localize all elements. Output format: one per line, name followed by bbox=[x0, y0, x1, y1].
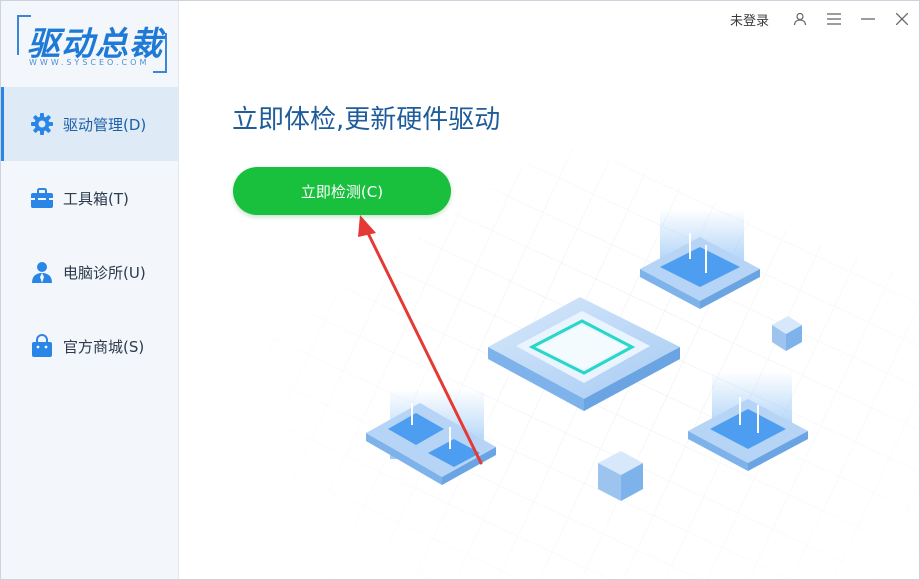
toolbox-icon bbox=[29, 185, 55, 211]
menu-icon[interactable] bbox=[817, 2, 851, 36]
sidebar-item-driver-management[interactable]: 驱动管理(D) bbox=[1, 87, 179, 161]
small-cube-bottom bbox=[598, 451, 643, 501]
chip-right bbox=[688, 371, 808, 471]
user-icon[interactable] bbox=[783, 2, 817, 36]
sidebar-item-toolbox[interactable]: 工具箱(T) bbox=[1, 161, 179, 235]
title-bar: 未登录 bbox=[730, 1, 919, 37]
app-window: 驱动总裁 WWW.SYSCEO.COM 驱动管理(D) 工具箱(T) 电脑诊所(… bbox=[0, 0, 920, 580]
close-icon[interactable] bbox=[885, 2, 919, 36]
page-headline: 立即体检,更新硬件驱动 bbox=[232, 105, 501, 135]
detect-now-button[interactable]: 立即检测(C) bbox=[233, 167, 451, 215]
sidebar-item-official-store[interactable]: 官方商城(S) bbox=[1, 309, 179, 383]
minimize-icon[interactable] bbox=[851, 2, 885, 36]
sidebar-item-label: 官方商城(S) bbox=[63, 337, 145, 356]
hardware-illustration bbox=[180, 1, 919, 579]
logo-subtitle: WWW.SYSCEO.COM bbox=[29, 58, 150, 67]
login-status-link[interactable]: 未登录 bbox=[730, 10, 769, 29]
chip-left bbox=[366, 389, 496, 485]
sidebar-nav: 驱动管理(D) 工具箱(T) 电脑诊所(U) 官方商城(S) bbox=[1, 87, 179, 383]
chip-top-right bbox=[640, 209, 760, 309]
sidebar: 驱动总裁 WWW.SYSCEO.COM 驱动管理(D) 工具箱(T) 电脑诊所(… bbox=[1, 1, 179, 579]
gear-icon bbox=[29, 111, 55, 137]
shopping-bag-icon bbox=[29, 333, 55, 359]
sidebar-item-label: 电脑诊所(U) bbox=[63, 263, 146, 282]
central-chip bbox=[488, 297, 680, 411]
sidebar-item-label: 驱动管理(D) bbox=[63, 115, 147, 134]
app-logo: 驱动总裁 WWW.SYSCEO.COM bbox=[13, 13, 173, 77]
sidebar-item-label: 工具箱(T) bbox=[63, 189, 129, 208]
main-panel: 立即体检,更新硬件驱动 立即检测(C) bbox=[180, 1, 919, 579]
doctor-icon bbox=[29, 259, 55, 285]
sidebar-item-pc-clinic[interactable]: 电脑诊所(U) bbox=[1, 235, 179, 309]
small-cube-right bbox=[772, 316, 802, 351]
floor-grid bbox=[180, 1, 919, 579]
annotation-arrow bbox=[358, 215, 483, 465]
